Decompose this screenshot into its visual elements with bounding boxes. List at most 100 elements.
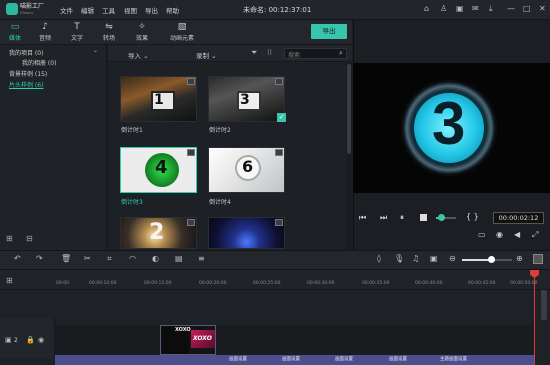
tab-audio-label: 音频 [38,35,51,42]
record-label: 录制 [196,52,209,60]
account-icon[interactable]: ♙ [440,4,447,13]
menu-export[interactable]: 导出 [145,5,158,15]
gift-icon[interactable]: ▣ [456,4,464,13]
menu-edit[interactable]: 编辑 [81,5,94,15]
stop-icon[interactable] [420,214,427,221]
strip-label: 画面设置 [282,357,300,362]
volume-icon[interactable]: ◀ [514,230,520,239]
search-placeholder: 搜索 [288,52,301,59]
mark-in-out-brackets[interactable]: { } [466,212,479,221]
zoom-in-icon[interactable]: ⊕ [516,254,523,263]
delete-icon[interactable]: 🗑 [61,254,71,263]
color-icon[interactable]: ◐ [152,254,159,263]
timeline-ruler[interactable] [0,270,550,290]
ruler-tick: 00:00:35:00 [362,281,390,286]
media-type-badge [187,149,195,156]
tab-effects[interactable]: ✧ 效果 [127,22,157,42]
media-item[interactable] [208,217,285,249]
timeline-vertical-scrollbar[interactable] [541,290,547,320]
tree-my-project[interactable]: 我的项目 (0) [9,48,43,57]
track-header: ▣ 2 🔒 ◉ [0,318,55,358]
media-item[interactable]: 6 [208,147,285,193]
media-caption: 倒计时4 [209,199,231,206]
play-pause-icon[interactable]: ⏸ [400,213,404,223]
lock-icon[interactable]: 🔒 [26,336,35,344]
elements-icon: ▧ [177,22,187,32]
new-folder-icon[interactable]: ⊞ [6,234,13,243]
cut-icon[interactable]: ✂ [84,254,91,263]
zoom-out-icon[interactable]: ⊖ [449,254,456,263]
mic-icon[interactable]: 🎙 [394,254,404,263]
tree-my-album[interactable]: 我的相册 (0) [22,58,56,67]
menu-help[interactable]: 帮助 [166,5,179,15]
folder-link-icon[interactable]: ⊟ [26,234,33,243]
add-track-icon[interactable]: ⊞ [6,276,13,285]
download-icon[interactable]: ⤓ [489,4,493,14]
media-item[interactable]: 2 [120,217,197,249]
tree-intro-sample[interactable]: 片头样例 (6) [9,80,43,89]
render-icon[interactable]: ▣ [430,254,438,263]
transition-icon: ⇋ [105,22,113,32]
menu-file[interactable]: 文件 [60,5,73,15]
playhead-line[interactable] [534,270,535,365]
countdown-digit: 4 [155,157,168,178]
zoom-slider-handle[interactable] [488,256,495,263]
close-icon[interactable]: ✕ [539,4,546,13]
snapshot-icon[interactable]: ◉ [496,230,503,239]
tree-bg-sample[interactable]: 背景样例 (15) [9,69,47,78]
home-icon[interactable]: ⌂ [424,4,429,13]
project-title: 未命名: 00:12:37:01 [243,6,312,14]
menu-view[interactable]: 视图 [124,5,137,15]
folder-icon: ▭ [10,22,20,32]
export-button[interactable]: 导出 [311,24,347,39]
preview-countdown-digit: 3 [432,90,466,157]
preview-progress-handle[interactable] [438,214,445,221]
audio-mixer-icon[interactable]: ≡ [198,254,205,263]
tab-text-label: 文字 [70,35,83,42]
redo-icon[interactable]: ↷ [36,254,43,263]
step-back-icon[interactable]: ⏮ [359,213,366,223]
video-preview: 3 [353,63,550,193]
ruler-tick: 00:00:30:00 [307,281,335,286]
fit-timeline-icon[interactable] [533,254,543,264]
tab-transition[interactable]: ⇋ 转场 [94,22,124,42]
tab-audio[interactable]: ♪ 音频 [30,22,60,42]
step-forward-icon[interactable]: ⏭ [380,213,387,223]
text-icon: T [74,22,80,32]
tab-elements[interactable]: ▧ 动画元素 [162,22,202,42]
message-icon[interactable]: ✉ [472,4,479,13]
video-track-lane[interactable] [55,325,535,355]
green-screen-icon[interactable]: ▤ [175,254,183,263]
preview-timecode: 00:00:02:12 [493,212,544,224]
chevron-down-icon[interactable]: ⌄ [93,47,98,54]
visibility-icon[interactable]: ◉ [38,336,44,344]
import-dropdown[interactable]: 导入 ⌄ [128,50,149,60]
filter-icon[interactable]: ⏷ [251,48,257,58]
tab-media[interactable]: ▭ 媒体 [0,22,30,42]
tab-text[interactable]: T 文字 [62,22,92,42]
media-scrollbar-thumb[interactable] [347,64,351,154]
search-icon[interactable]: ⌕ [339,49,343,58]
clip-title: XOXO [175,327,191,333]
crop-icon[interactable]: ⌗ [107,254,112,264]
undo-icon[interactable]: ↶ [14,254,21,263]
screen-quality-icon[interactable]: ▭ [478,230,486,239]
minimize-icon[interactable]: — [507,4,515,13]
media-type-badge [187,219,195,226]
maximize-icon[interactable]: □ [523,4,531,13]
timeline-clip[interactable]: XOXO XOXO [160,325,216,355]
menu-tools[interactable]: 工具 [102,5,115,15]
app-logo-text: 喵影工厂 [20,3,45,10]
speed-icon[interactable]: ◠ [129,254,136,263]
marker-icon[interactable]: ◊ [377,254,381,263]
added-check-icon: ✓ [277,113,286,122]
media-type-badge [275,219,283,226]
grid-view-icon[interactable]: ⁝⁝ [267,48,272,57]
media-item[interactable]: 1 [120,76,197,122]
fullscreen-icon[interactable]: ⤢ [532,230,538,240]
media-item[interactable]: 4 [120,147,197,193]
voiceover-icon[interactable]: ♫ [412,254,419,263]
search-input[interactable]: 搜索 ⌕ [284,48,347,59]
record-dropdown[interactable]: 录制 ⌄ [196,50,217,60]
media-item[interactable]: 3 [208,76,285,122]
